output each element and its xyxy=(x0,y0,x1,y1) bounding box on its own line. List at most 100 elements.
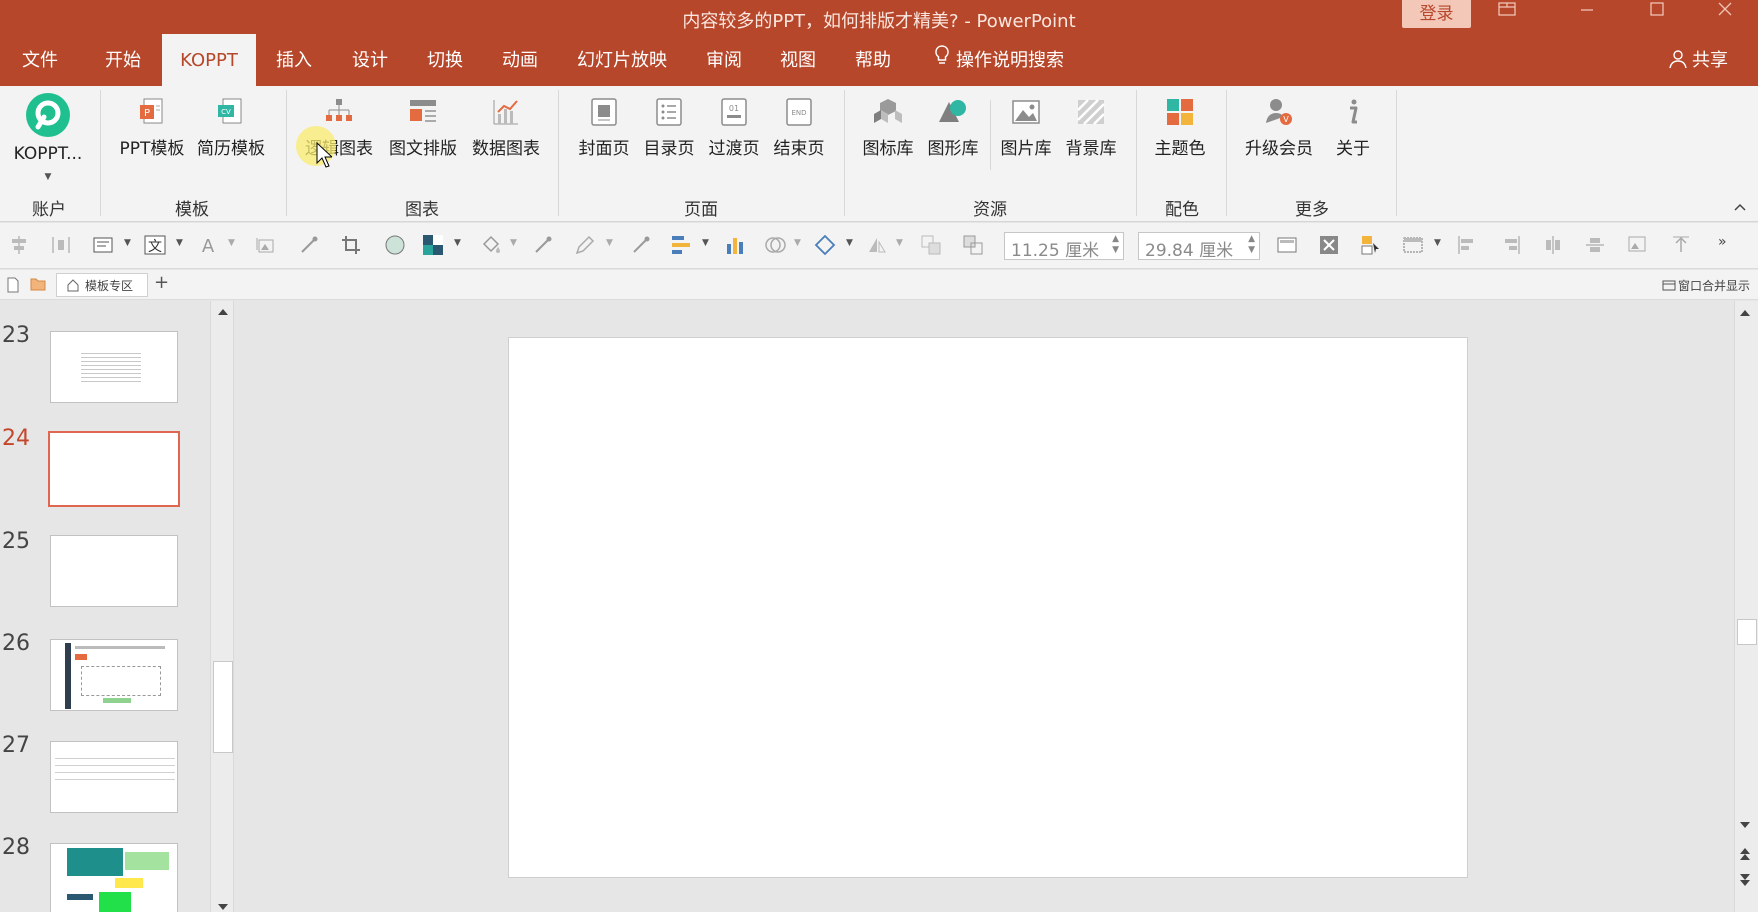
image-text-layout-button[interactable]: 图文排版 xyxy=(384,96,462,159)
chevron-down-icon[interactable]: ▼ xyxy=(1434,238,1441,248)
ribbon-display-options-icon[interactable] xyxy=(1482,0,1532,30)
eyedropper-icon[interactable] xyxy=(532,234,554,256)
align-right-icon[interactable] xyxy=(1500,234,1522,256)
slide-thumbnail[interactable] xyxy=(50,639,178,711)
edit-shape-icon[interactable] xyxy=(814,234,836,256)
send-backward-icon[interactable] xyxy=(962,234,984,256)
scroll-down-icon[interactable] xyxy=(1739,821,1751,829)
tab-view[interactable]: 视图 xyxy=(762,34,834,86)
upload-icon[interactable] xyxy=(1670,234,1692,256)
bring-forward-icon[interactable] xyxy=(920,234,942,256)
resume-template-button[interactable]: CV 简历模板 xyxy=(192,96,270,159)
chevron-down-icon[interactable]: ▼ xyxy=(896,238,903,248)
tab-file[interactable]: 文件 xyxy=(0,34,80,86)
replace-picture-icon[interactable] xyxy=(1626,234,1648,256)
group-objects-icon[interactable] xyxy=(1402,234,1424,256)
slide-thumbnail[interactable] xyxy=(50,741,178,813)
scroll-up-icon[interactable] xyxy=(217,308,229,316)
koppt-account-button[interactable]: KOPPT... ▼ xyxy=(8,92,88,184)
text-box-icon[interactable] xyxy=(92,234,114,256)
font-color-icon[interactable]: A xyxy=(198,234,220,256)
picture-tool-icon[interactable] xyxy=(254,234,276,256)
tab-transitions[interactable]: 切换 xyxy=(409,34,481,86)
scroll-up-icon[interactable] xyxy=(1739,309,1751,317)
minimize-icon[interactable] xyxy=(1562,0,1612,30)
end-page-button[interactable]: END 结束页 xyxy=(766,96,832,159)
eyedropper-icon[interactable] xyxy=(630,234,652,256)
spin-arrows-icon[interactable]: ▲ ▼ xyxy=(1112,234,1119,256)
oval-shape-icon[interactable] xyxy=(384,234,406,256)
insert-chart-icon[interactable] xyxy=(724,234,746,256)
icon-library-button[interactable]: 图标库 xyxy=(856,96,920,159)
pen-outline-icon[interactable] xyxy=(574,234,596,256)
merge-shapes-icon[interactable] xyxy=(764,234,786,256)
eyedropper-icon[interactable] xyxy=(298,234,320,256)
collapse-ribbon-icon[interactable] xyxy=(1733,200,1747,216)
maximize-icon[interactable] xyxy=(1632,0,1682,30)
new-file-icon[interactable] xyxy=(6,277,20,293)
tab-home[interactable]: 开始 xyxy=(84,34,162,86)
tab-help[interactable]: 帮助 xyxy=(836,34,910,86)
shape-library-button[interactable]: 图形库 xyxy=(920,96,986,159)
slide-thumbnail[interactable] xyxy=(50,331,178,403)
tab-insert[interactable]: 插入 xyxy=(258,34,330,86)
arrange-icon[interactable] xyxy=(670,234,692,256)
chevron-down-icon[interactable]: ▼ xyxy=(794,238,801,248)
slide-thumbnail-selected[interactable] xyxy=(48,431,180,507)
background-library-button[interactable]: 背景库 xyxy=(1058,96,1124,159)
tab-animations[interactable]: 动画 xyxy=(484,34,556,86)
picture-library-button[interactable]: 图片库 xyxy=(994,96,1058,159)
distribute-icon[interactable] xyxy=(50,234,72,256)
tell-me-search[interactable]: 操作说明搜索 xyxy=(924,34,1074,86)
cover-page-button[interactable]: 封面页 xyxy=(572,96,636,159)
tab-koppt[interactable]: KOPPT xyxy=(162,34,256,86)
slide-thumbnail[interactable] xyxy=(50,843,178,912)
thumbnails-scroll-thumb[interactable] xyxy=(213,661,233,753)
text-style-icon[interactable]: 文 xyxy=(144,234,166,256)
next-slide-icon[interactable] xyxy=(1739,873,1751,887)
crop-icon[interactable] xyxy=(340,234,362,256)
upgrade-member-button[interactable]: V 升级会员 xyxy=(1238,96,1320,159)
tab-review[interactable]: 审阅 xyxy=(688,34,760,86)
tab-slideshow[interactable]: 幻灯片放映 xyxy=(566,34,678,86)
slide-canvas[interactable] xyxy=(508,337,1468,878)
editor-scroll-thumb[interactable] xyxy=(1737,619,1757,645)
add-tab-button[interactable]: + xyxy=(154,272,169,293)
shape-width-field[interactable]: 29.84 厘米 ▲ ▼ xyxy=(1138,232,1260,261)
merge-windows-button[interactable]: 窗口合并显示 xyxy=(1662,277,1750,294)
chevron-down-icon[interactable]: ▼ xyxy=(454,238,461,248)
login-button[interactable]: 登录 xyxy=(1402,0,1471,28)
ppt-template-button[interactable]: P PPT模板 xyxy=(116,96,188,159)
close-icon[interactable] xyxy=(1700,0,1750,30)
more-tools-icon[interactable]: » xyxy=(1718,234,1727,250)
previous-slide-icon[interactable] xyxy=(1739,847,1751,861)
select-pane-icon[interactable] xyxy=(1360,234,1382,256)
folder-icon[interactable] xyxy=(30,277,46,291)
paint-bucket-icon[interactable] xyxy=(480,234,502,256)
toc-page-button[interactable]: 目录页 xyxy=(636,96,702,159)
align-middle-icon[interactable] xyxy=(1584,234,1606,256)
shape-fill-icon[interactable] xyxy=(422,234,444,256)
align-icon[interactable] xyxy=(8,234,30,256)
chevron-down-icon[interactable]: ▼ xyxy=(606,238,613,248)
tab-template-zone[interactable]: 模板专区 xyxy=(56,273,148,297)
data-chart-button[interactable]: 数据图表 xyxy=(466,96,546,159)
about-button[interactable]: 关于 xyxy=(1322,96,1384,159)
scroll-down-icon[interactable] xyxy=(217,903,229,911)
align-center-icon[interactable] xyxy=(1542,234,1564,256)
chevron-down-icon[interactable]: ▼ xyxy=(510,238,517,248)
rotate-icon[interactable] xyxy=(866,234,888,256)
chevron-down-icon[interactable]: ▼ xyxy=(702,238,709,248)
share-button[interactable]: 共享 xyxy=(1668,34,1728,86)
delete-box-icon[interactable] xyxy=(1318,234,1340,256)
slide-thumbnail[interactable] xyxy=(50,535,178,607)
size-dialog-icon[interactable] xyxy=(1276,234,1298,256)
spin-arrows-icon[interactable]: ▲ ▼ xyxy=(1248,234,1255,256)
chevron-down-icon[interactable]: ▼ xyxy=(124,238,131,248)
tab-design[interactable]: 设计 xyxy=(334,34,406,86)
chevron-down-icon[interactable]: ▼ xyxy=(846,238,853,248)
transition-page-button[interactable]: 01 过渡页 xyxy=(702,96,766,159)
editor-scrollbar[interactable] xyxy=(1734,301,1758,912)
chevron-down-icon[interactable]: ▼ xyxy=(228,238,235,248)
chevron-down-icon[interactable]: ▼ xyxy=(176,238,183,248)
